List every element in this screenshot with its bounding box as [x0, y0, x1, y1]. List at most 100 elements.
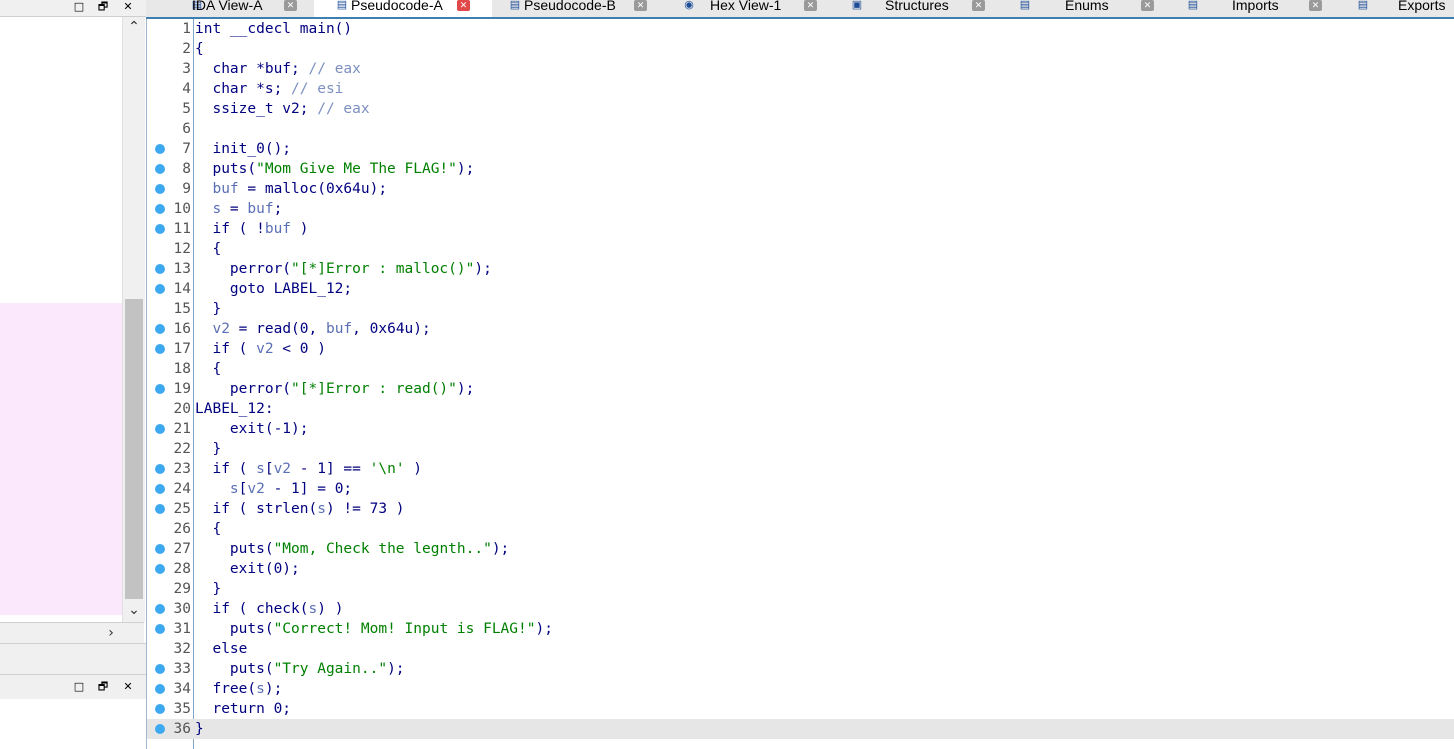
- code-token: s: [256, 681, 265, 697]
- line-number: 14: [173, 281, 191, 297]
- code-line[interactable]: 25 if ( strlen(s) != 73 ): [147, 499, 1454, 519]
- code-line[interactable]: 9 buf = malloc(0x64u);: [147, 179, 1454, 199]
- code-line[interactable]: 21 exit(-1);: [147, 419, 1454, 439]
- code-text: {: [195, 39, 204, 59]
- code-line[interactable]: 29 }: [147, 579, 1454, 599]
- code-text: char *s; // esi: [195, 79, 343, 99]
- enums-icon: ▤: [1019, 0, 1031, 11]
- code-line[interactable]: 31 puts("Correct! Mom! Input is FLAG!");: [147, 619, 1454, 639]
- code-line[interactable]: 33 puts("Try Again..");: [147, 659, 1454, 679]
- code-line[interactable]: 19 perror("[*]Error : read()");: [147, 379, 1454, 399]
- code-line[interactable]: 5 ssize_t v2; // eax: [147, 99, 1454, 119]
- scrollbar-thumb[interactable]: [125, 299, 143, 599]
- restore-icon[interactable]: 🗗: [96, 0, 110, 14]
- tab-ida-view-a[interactable]: ▤ IDA View-A ✕: [146, 0, 314, 17]
- code-line[interactable]: 1 int __cdecl main(): [147, 19, 1454, 39]
- code-line[interactable]: 30 if ( check(s) ): [147, 599, 1454, 619]
- code-line[interactable]: 2{: [147, 39, 1454, 59]
- code-token: perror(: [195, 381, 292, 397]
- code-token: s: [229, 481, 239, 497]
- code-line[interactable]: 32 else: [147, 639, 1454, 659]
- close-icon[interactable]: ✕: [121, 0, 135, 14]
- maximize-icon[interactable]: □: [72, 0, 86, 14]
- code-line[interactable]: 24 s[v2 - 1] = 0;: [147, 479, 1454, 499]
- code-token: );: [456, 161, 475, 177]
- vertical-scrollbar[interactable]: ⌃ ⌄: [122, 17, 145, 622]
- line-number: 32: [173, 641, 191, 657]
- code-token: = read(0,: [229, 321, 326, 337]
- code-line[interactable]: 12 {: [147, 239, 1454, 259]
- code-token: if ( strlen(: [195, 501, 318, 517]
- code-lines: 1 int __cdecl main() 2{3 char *buf; // eax…: [147, 19, 1454, 739]
- code-token: return 0;: [195, 701, 292, 717]
- tab-bar: ▤ IDA View-A ✕ ▤ Pseudocode-A ✕ ▤ Pseudo…: [146, 0, 1454, 19]
- code-line[interactable]: 11 if ( !buf ): [147, 219, 1454, 239]
- horizontal-scrollbar[interactable]: ›: [0, 622, 144, 643]
- tab-pseudocode-b[interactable]: ▤ Pseudocode-B ✕: [492, 0, 666, 17]
- tab-enums[interactable]: ▤ Enums ✕: [1002, 0, 1170, 17]
- code-line[interactable]: 23 if ( s[v2 - 1] == '\n' ): [147, 459, 1454, 479]
- code-line[interactable]: 28 exit(0);: [147, 559, 1454, 579]
- scroll-up-icon[interactable]: ⌃: [123, 19, 145, 35]
- close-icon[interactable]: ✕: [121, 680, 135, 694]
- code-line[interactable]: 14 goto LABEL_12;: [147, 279, 1454, 299]
- line-number: 33: [173, 661, 191, 677]
- pseudocode-view[interactable]: 1 int __cdecl main() 2{3 char *buf; // eax…: [146, 19, 1454, 749]
- code-line[interactable]: 3 char *buf; // eax: [147, 59, 1454, 79]
- code-line[interactable]: 35 return 0;: [147, 699, 1454, 719]
- scroll-down-icon[interactable]: ⌄: [123, 602, 145, 618]
- code-token: );: [491, 541, 510, 557]
- code-token: }: [195, 301, 222, 317]
- tab-hex-view-1[interactable]: ◉ Hex View-1 ✕: [666, 0, 834, 17]
- code-line[interactable]: 36}: [147, 719, 1454, 739]
- line-number: 30: [173, 601, 191, 617]
- code-line[interactable]: 6: [147, 119, 1454, 139]
- code-text: {: [195, 359, 221, 379]
- line-number: 21: [173, 421, 191, 437]
- close-tab-icon[interactable]: ✕: [284, 0, 297, 11]
- left-pane: □ 🗗 ✕ ⌃ ⌄ › □ 🗗 ✕: [0, 0, 146, 749]
- close-tab-icon[interactable]: ✕: [457, 0, 470, 11]
- code-line[interactable]: 8 puts("Mom Give Me The FLAG!");: [147, 159, 1454, 179]
- imports-icon: ▤: [1187, 0, 1199, 11]
- code-line[interactable]: 4 char *s; // esi: [147, 79, 1454, 99]
- code-line[interactable]: 15 }: [147, 299, 1454, 319]
- code-line[interactable]: 18 {: [147, 359, 1454, 379]
- close-tab-icon[interactable]: ✕: [1309, 0, 1322, 11]
- functions-list[interactable]: [0, 17, 122, 622]
- code-line[interactable]: 13 perror("[*]Error : malloc()");: [147, 259, 1454, 279]
- code-line[interactable]: 10 s = buf;: [147, 199, 1454, 219]
- code-line[interactable]: 22 }: [147, 439, 1454, 459]
- close-tab-icon[interactable]: ✕: [1141, 0, 1154, 11]
- code-line[interactable]: 16 v2 = read(0, buf, 0x64u);: [147, 319, 1454, 339]
- code-line[interactable]: 17 if ( v2 < 0 ): [147, 339, 1454, 359]
- code-line[interactable]: 34 free(s);: [147, 679, 1454, 699]
- line-number: 20: [173, 401, 191, 417]
- restore-icon[interactable]: 🗗: [96, 680, 110, 694]
- close-tab-icon[interactable]: ✕: [634, 0, 647, 11]
- tab-label: Imports: [1232, 0, 1279, 13]
- code-token: char *buf;: [195, 61, 309, 77]
- tab-structures[interactable]: ▣ Structures ✕: [834, 0, 1002, 17]
- code-token: init_0();: [195, 141, 292, 157]
- code-line[interactable]: 7 init_0();: [147, 139, 1454, 159]
- code-token: // eax: [308, 61, 361, 77]
- tab-imports[interactable]: ▤ Imports ✕: [1170, 0, 1338, 17]
- code-line[interactable]: 27 puts("Mom, Check the legnth..");: [147, 539, 1454, 559]
- code-token: int __cdecl main(): [195, 21, 353, 37]
- code-token: "Mom, Check the legnth..": [273, 541, 492, 557]
- close-tab-icon[interactable]: ✕: [804, 0, 817, 11]
- left-bottom-pane: [0, 699, 146, 749]
- tab-pseudocode-a[interactable]: ▤ Pseudocode-A ✕: [314, 0, 492, 17]
- close-tab-icon[interactable]: ✕: [972, 0, 985, 11]
- tab-exports[interactable]: ▤ Exports: [1338, 0, 1454, 17]
- code-token: if (: [195, 461, 257, 477]
- code-text: v2 = read(0, buf, 0x64u);: [195, 319, 430, 339]
- code-line[interactable]: 20 LABEL_12:: [147, 399, 1454, 419]
- scroll-right-icon[interactable]: ›: [100, 623, 122, 643]
- line-number: 24: [173, 481, 191, 497]
- maximize-icon[interactable]: □: [72, 680, 86, 694]
- code-text: if ( v2 < 0 ): [195, 339, 326, 359]
- code-text: }: [195, 579, 221, 599]
- code-line[interactable]: 26 {: [147, 519, 1454, 539]
